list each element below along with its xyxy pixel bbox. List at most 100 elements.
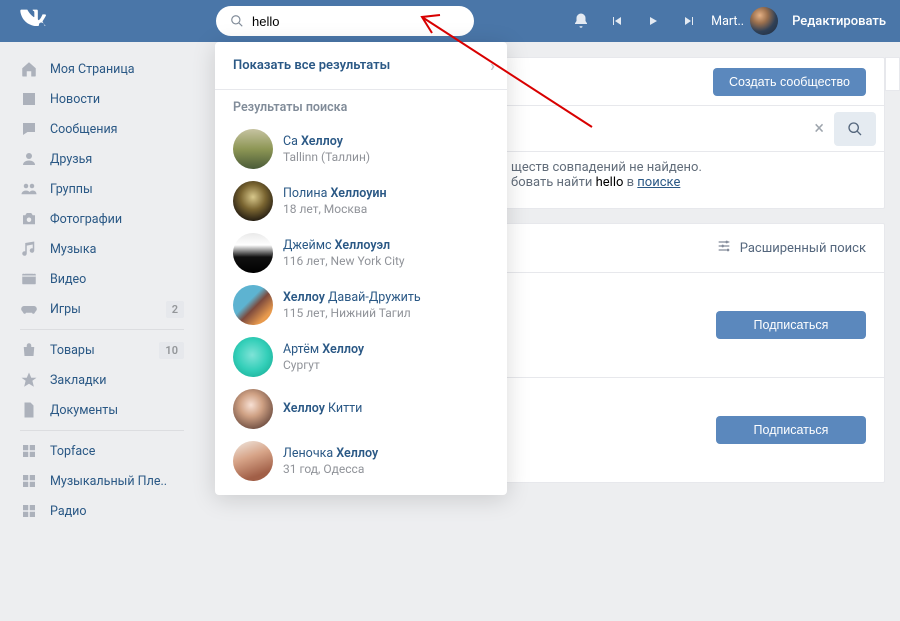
nav-my-page[interactable]: Моя Страница	[20, 54, 200, 84]
nav-bookmarks[interactable]: Закладки	[20, 365, 200, 395]
nav-label: Видео	[50, 272, 86, 287]
avatar	[233, 337, 273, 377]
friends-icon	[20, 150, 42, 168]
clear-icon[interactable]: ×	[804, 118, 834, 139]
nav-label: Игры	[50, 302, 81, 317]
right-panel-peek	[885, 57, 900, 91]
app-icon	[20, 442, 42, 460]
advanced-label: Расширенный поиск	[740, 241, 866, 256]
photos-icon	[20, 210, 42, 228]
result-name: Хеллоу Давай-Дружить	[283, 290, 421, 305]
result-sub: 31 год, Одесса	[283, 462, 378, 476]
home-icon	[20, 60, 42, 78]
nav-photos[interactable]: Фотографии	[20, 204, 200, 234]
result-sub: Tallinn (Таллин)	[283, 150, 370, 164]
dropdown-show-all[interactable]: Показать все результаты ›	[215, 42, 507, 90]
news-icon	[20, 90, 42, 108]
dropdown-result[interactable]: Хеллоу Давай-Дружить 115 лет, Нижний Таг…	[215, 279, 507, 331]
notifications-icon[interactable]	[563, 12, 599, 30]
market-icon	[20, 341, 42, 359]
chevron-right-icon: ›	[490, 56, 495, 75]
nav-label: Моя Страница	[50, 62, 135, 77]
music-icon	[20, 240, 42, 258]
nav-label: Сообщения	[50, 122, 118, 137]
avatar	[233, 181, 273, 221]
app-icon	[20, 472, 42, 490]
result-name: Артём Хеллоу	[283, 342, 364, 357]
right-column	[885, 42, 900, 526]
avatar	[233, 441, 273, 481]
nav-music[interactable]: Музыка	[20, 234, 200, 264]
header-right: Mart.. Редактировать	[563, 0, 900, 42]
nav-games[interactable]: Игры 2	[20, 294, 200, 324]
nav-music-player[interactable]: Музыкальный Пле..	[20, 466, 200, 496]
nav-groups[interactable]: Группы	[20, 174, 200, 204]
nav-count: 2	[166, 301, 184, 318]
nav-topface[interactable]: Topface	[20, 436, 200, 466]
nav-messages[interactable]: Сообщения	[20, 114, 200, 144]
vk-logo[interactable]	[18, 5, 46, 37]
nav-friends[interactable]: Друзья	[20, 144, 200, 174]
result-name: Леночка Хеллоу	[283, 446, 378, 461]
avatar	[233, 389, 273, 429]
dropdown-result[interactable]: Са Хеллоу Tallinn (Таллин)	[215, 123, 507, 175]
dropdown-result[interactable]: Леночка Хеллоу 31 год, Одесса	[215, 435, 507, 495]
dropdown-result[interactable]: Полина Хеллоуин 18 лет, Москва	[215, 175, 507, 227]
avatar	[750, 7, 778, 35]
avatar	[233, 285, 273, 325]
user-name: Mart..	[711, 14, 744, 29]
subscribe-button[interactable]: Подписаться	[716, 311, 866, 339]
nav-documents[interactable]: Документы	[20, 395, 200, 425]
nav-label: Музыка	[50, 242, 96, 257]
search-icon	[230, 14, 244, 28]
left-sidebar: Моя Страница Новости Сообщения Друзья Гр…	[0, 42, 200, 526]
search-link[interactable]: поиске	[637, 175, 680, 190]
search-input[interactable]	[252, 14, 452, 29]
nav-label: Закладки	[50, 373, 107, 388]
nav-label: Товары	[50, 343, 95, 358]
groups-icon	[20, 180, 42, 198]
nav-news[interactable]: Новости	[20, 84, 200, 114]
avatar	[233, 129, 273, 169]
dropdown-section-title: Результаты поиска	[215, 90, 507, 123]
dropdown-show-all-label: Показать все результаты	[233, 58, 390, 73]
search-button[interactable]	[834, 112, 876, 146]
top-header: Mart.. Редактировать	[0, 0, 900, 42]
player-next-icon[interactable]	[671, 15, 707, 27]
subscribe-button[interactable]: Подписаться	[716, 416, 866, 444]
search-icon	[847, 121, 863, 137]
player-play-icon[interactable]	[635, 15, 671, 27]
create-community-button[interactable]: Создать сообщество	[713, 68, 866, 96]
result-name: Хеллоу Китти	[283, 401, 362, 416]
avatar	[233, 233, 273, 273]
nav-radio[interactable]: Радио	[20, 496, 200, 526]
result-name: Джеймс Хеллоуэл	[283, 238, 405, 253]
edit-link[interactable]: Редактировать	[778, 14, 900, 29]
nav-count: 10	[159, 342, 184, 359]
user-menu[interactable]: Mart..	[711, 7, 778, 35]
nav-label: Радио	[50, 504, 87, 519]
nav-label: Документы	[50, 403, 118, 418]
result-sub: 116 лет, New York City	[283, 254, 405, 268]
games-icon	[20, 300, 42, 318]
search-dropdown: Показать все результаты › Результаты пои…	[215, 42, 507, 495]
nav-label: Фотографии	[50, 212, 122, 227]
messages-icon	[20, 120, 42, 138]
nav-label: Группы	[50, 182, 93, 197]
nav-label: Музыкальный Пле..	[50, 474, 167, 489]
result-name: Полина Хеллоуин	[283, 186, 387, 201]
result-sub: Сургут	[283, 358, 364, 372]
result-sub: 115 лет, Нижний Тагил	[283, 306, 421, 320]
result-sub: 18 лет, Москва	[283, 202, 387, 216]
nav-video[interactable]: Видео	[20, 264, 200, 294]
dropdown-result[interactable]: Артём Хеллоу Сургут	[215, 331, 507, 383]
app-icon	[20, 502, 42, 520]
nav-market[interactable]: Товары 10	[20, 335, 200, 365]
player-prev-icon[interactable]	[599, 15, 635, 27]
nav-label: Друзья	[50, 152, 92, 167]
dropdown-result[interactable]: Джеймс Хеллоуэл 116 лет, New York City	[215, 227, 507, 279]
dropdown-result[interactable]: Хеллоу Китти	[215, 383, 507, 435]
sliders-icon	[716, 238, 732, 258]
global-search[interactable]	[216, 6, 474, 36]
documents-icon	[20, 401, 42, 419]
